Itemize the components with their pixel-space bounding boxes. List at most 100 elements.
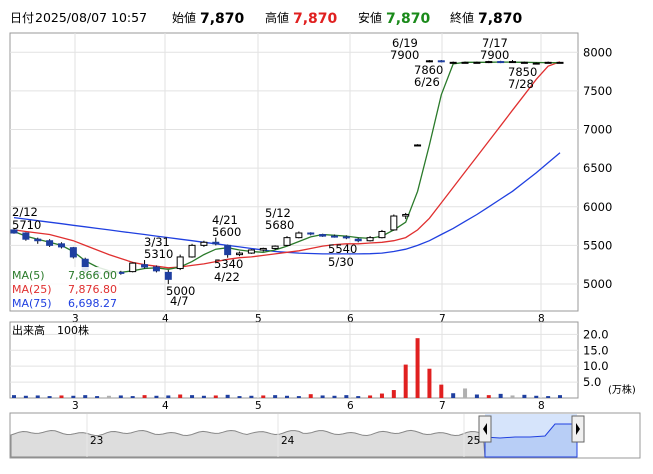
ma-legend-label: MA(25)	[12, 283, 52, 296]
volume-bar	[201, 395, 206, 398]
candle-body	[176, 256, 184, 270]
low-label: 安値	[358, 10, 382, 25]
volume-bar	[344, 395, 349, 398]
candle-body	[330, 235, 338, 238]
volume-bar	[474, 394, 479, 398]
candle-body	[247, 249, 255, 254]
volume-bar	[190, 395, 195, 398]
annotation-value: 5600	[212, 225, 241, 239]
ma-legend-value: 7,876.80	[68, 283, 117, 296]
volume-bar	[59, 395, 64, 398]
volume-x-tick-label: 7	[439, 400, 446, 412]
navigator-history-area	[10, 429, 486, 458]
candle-body	[57, 243, 65, 248]
volume-bar	[439, 384, 444, 398]
volume-bar	[237, 396, 242, 398]
candle-body	[307, 232, 315, 235]
candle	[378, 229, 386, 239]
volume-bar	[12, 395, 16, 398]
volume-bar	[558, 395, 562, 398]
price-y-tick-label: 8000	[583, 45, 612, 59]
candle-body	[259, 247, 267, 251]
candle	[46, 239, 54, 247]
low-value: 7,870	[386, 11, 431, 27]
candle-body	[22, 232, 30, 240]
candle	[22, 232, 30, 241]
candle-body	[200, 241, 208, 246]
candle-body	[378, 230, 386, 239]
volume-bar	[154, 395, 159, 398]
annotation-value: 7900	[390, 48, 419, 62]
candle	[556, 61, 564, 64]
volume-bar	[356, 396, 361, 398]
candle-body	[212, 241, 220, 245]
navigator-x-tick-label: 24	[281, 435, 295, 447]
annotation-value: 5340	[214, 257, 243, 271]
price-y-tick-label: 5000	[583, 277, 612, 291]
candle	[247, 249, 255, 254]
annotation-value: 5540	[328, 242, 357, 256]
stock-chart-widget: 日付 2025/08/07 10:57 始値 7,870 高値 7,870 安値…	[0, 0, 653, 470]
candle-body	[69, 247, 77, 258]
candle	[188, 243, 196, 258]
navigator-handle-right[interactable]	[571, 415, 585, 443]
volume-unit-label: 100株	[57, 323, 89, 337]
open-value: 7,870	[200, 11, 245, 27]
annotation-value: 5000	[166, 284, 195, 298]
chart-canvas: 日付 2025/08/07 10:57 始値 7,870 高値 7,870 安値…	[9, 10, 641, 459]
volume-bar	[486, 395, 491, 398]
volume-bar	[534, 395, 539, 398]
volume-bar	[273, 395, 278, 398]
navigator-handle-left[interactable]	[478, 415, 492, 443]
candle-body	[152, 266, 160, 272]
high-label: 高値	[265, 10, 289, 25]
price-y-tick-label: 6500	[583, 161, 612, 175]
price-panel: 5000550060006500700075008000 345678 2/12…	[9, 32, 612, 325]
candle-body	[390, 215, 398, 231]
header-bar: 日付 2025/08/07 10:57 始値 7,870 高値 7,870 安値…	[10, 10, 523, 27]
volume-bar	[47, 396, 52, 398]
volume-x-tick-label: 6	[347, 400, 354, 412]
candle-body	[449, 61, 457, 64]
datetime-label: 日付	[10, 11, 34, 25]
volume-bar	[285, 395, 289, 398]
candle	[425, 60, 433, 63]
volume-bar	[130, 396, 135, 398]
volume-bar	[415, 338, 420, 398]
volume-bar	[379, 393, 384, 398]
volume-y-tick-label: 20.0	[583, 327, 609, 341]
volume-bar	[166, 395, 171, 398]
range-navigator[interactable]: 23 24 25	[9, 412, 641, 459]
candle	[437, 60, 445, 63]
volume-bar	[118, 395, 123, 398]
volume-x-tick-label: 4	[162, 400, 169, 412]
candle	[129, 262, 137, 273]
candle-body	[129, 262, 137, 273]
volume-bar	[498, 393, 503, 398]
volume-x-tick-label: 5	[255, 400, 262, 412]
candle-body	[520, 61, 528, 64]
candle-body	[236, 252, 244, 256]
candle	[176, 254, 184, 271]
volume-y-axis: 5.0 10.0 15.0 20.0	[583, 327, 609, 389]
annotation-date: 6/26	[414, 75, 440, 89]
navigator-x-tick-label: 25	[467, 435, 480, 447]
datetime-value: 2025/08/07 10:57	[35, 10, 147, 25]
volume-bar	[522, 394, 527, 398]
volume-bar	[296, 396, 301, 398]
price-y-tick-label: 5500	[583, 238, 612, 252]
high-value: 7,870	[293, 11, 338, 27]
volume-y-tick-label: 10.0	[583, 359, 609, 373]
annotation-date: 7/28	[508, 77, 534, 91]
volume-bar	[427, 368, 432, 398]
volume-x-tick-label: 3	[72, 400, 79, 412]
candle-body	[414, 144, 422, 147]
ma-legend-label: MA(5)	[12, 269, 45, 282]
navigator-x-tick-label: 23	[90, 435, 103, 447]
volume-bar	[510, 395, 515, 398]
candle-body	[402, 213, 410, 217]
volume-bar	[451, 393, 456, 398]
volume-bar	[23, 395, 28, 398]
candle-body	[354, 238, 362, 242]
candle	[319, 233, 327, 237]
